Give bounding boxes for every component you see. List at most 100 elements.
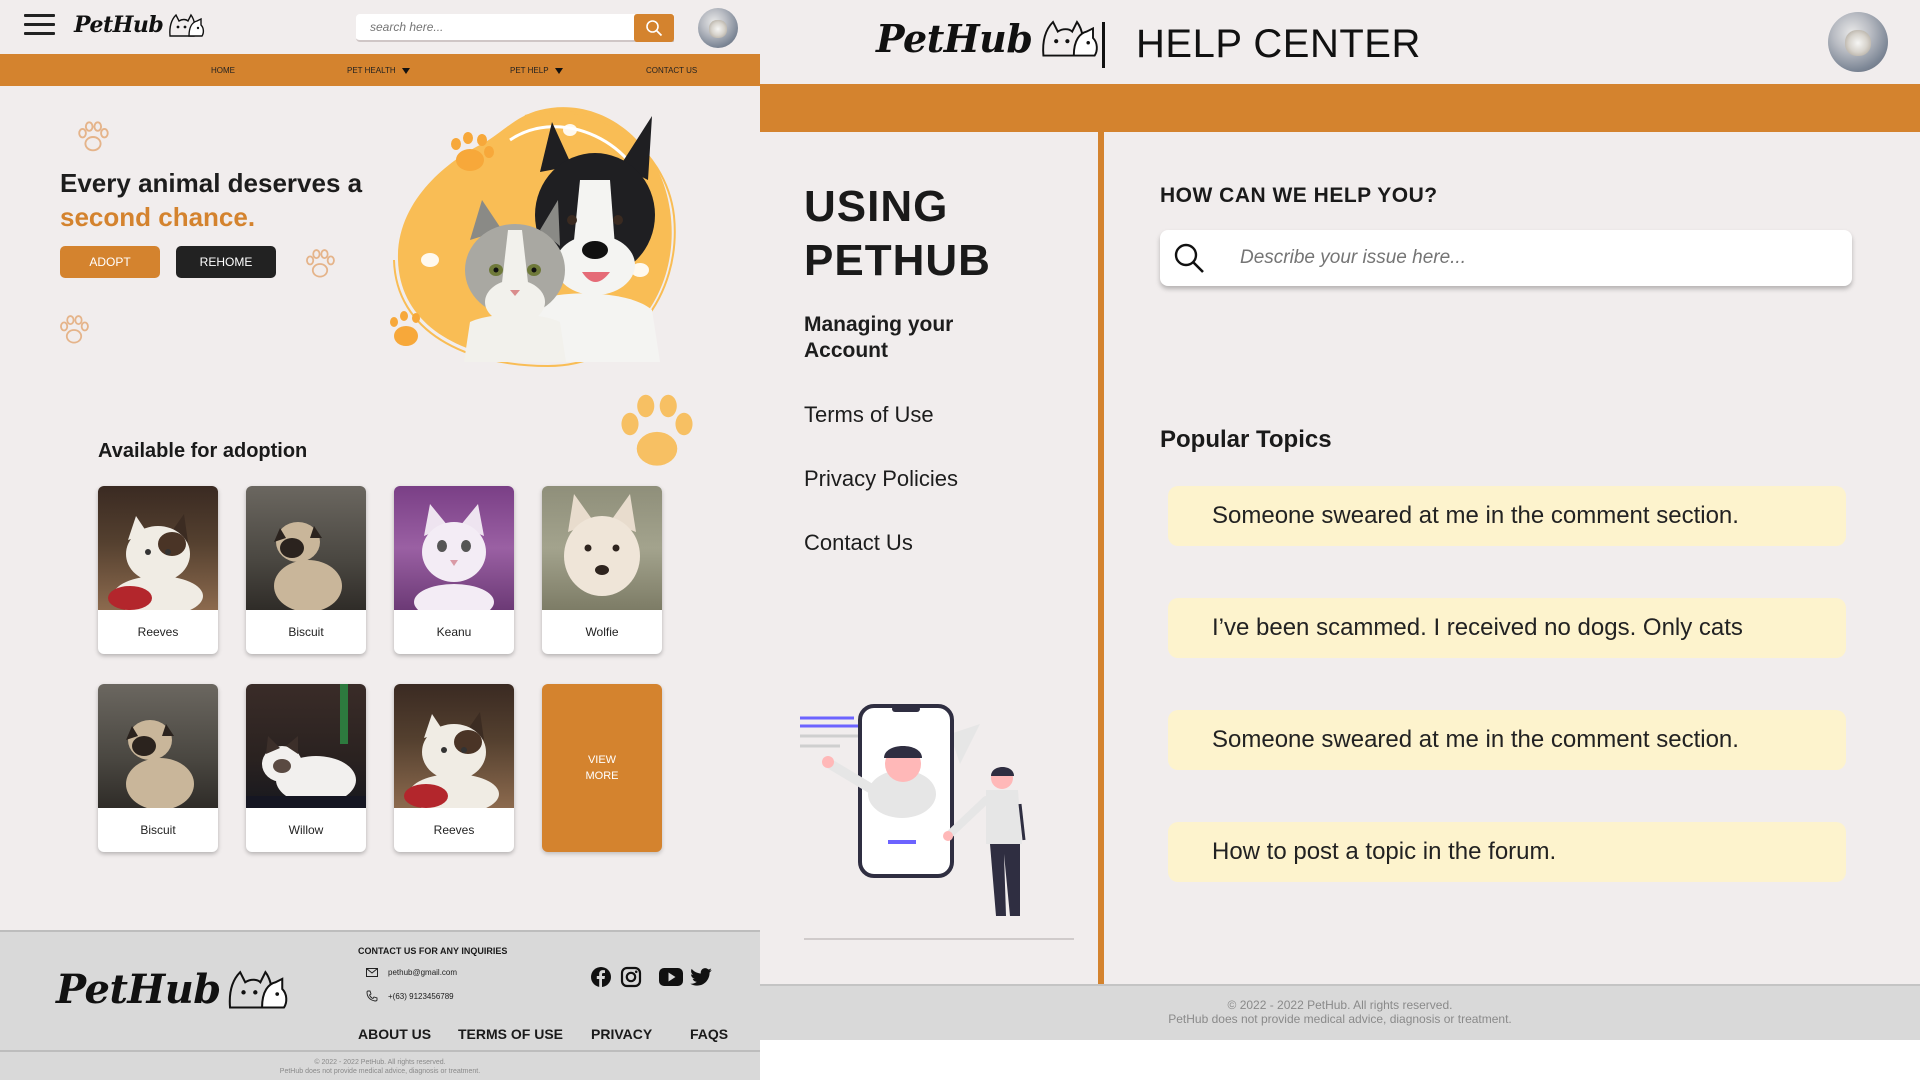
- popular-topic-item[interactable]: How to post a topic in the forum.: [1168, 822, 1846, 882]
- homepage-logo[interactable]: PetHub: [74, 10, 205, 40]
- rehome-button[interactable]: REHOME: [176, 246, 276, 278]
- footer-privacy-link[interactable]: PRIVACY: [591, 1026, 652, 1042]
- footer-about-link[interactable]: ABOUT US: [358, 1026, 431, 1042]
- youtube-icon[interactable]: [658, 966, 684, 988]
- nav-pet-help-label: PET HELP: [510, 66, 549, 75]
- adoption-section-title: Available for adoption: [98, 440, 308, 462]
- homepage-search: [356, 14, 674, 42]
- paw-icon: [60, 315, 89, 344]
- pet-card[interactable]: Keanu: [394, 486, 514, 654]
- nav-pet-health[interactable]: PET HEALTH: [347, 66, 410, 75]
- sidebar-heading-line: PETHUB: [804, 236, 991, 285]
- main-nav: HOME PET HEALTH PET HELP CONTACT US: [0, 54, 760, 86]
- popular-topic-item[interactable]: Someone sweared at me in the comment sec…: [1168, 486, 1846, 546]
- pet-name: Reeves: [137, 625, 179, 639]
- footer-email-row: pethub@gmail.com: [366, 968, 457, 977]
- pet-name: Willow: [288, 823, 324, 837]
- pet-photo: [98, 486, 218, 610]
- hero-pets-illustration: [390, 107, 676, 368]
- sidebar-item-managing-account[interactable]: Managing your Account: [804, 312, 953, 364]
- search-icon: [1174, 243, 1204, 273]
- help-question: HOW CAN WE HELP YOU?: [1160, 184, 1438, 207]
- pet-card[interactable]: Biscuit: [98, 684, 218, 852]
- footer-terms-link[interactable]: TERMS OF USE: [458, 1026, 563, 1042]
- dropdown-arrow-icon: [554, 68, 563, 74]
- support-illustration: [800, 704, 1026, 916]
- pet-photo: [542, 486, 662, 610]
- popular-topic-item[interactable]: Someone sweared at me in the comment sec…: [1168, 710, 1846, 770]
- pet-photo: [246, 684, 366, 808]
- pet-card[interactable]: Wolfie: [542, 486, 662, 654]
- help-center-header: PetHub HELP CENTER: [760, 0, 1920, 84]
- search-input[interactable]: [356, 14, 626, 40]
- sidebar-heading-line: USING: [804, 182, 949, 231]
- search-button[interactable]: [634, 14, 674, 42]
- help-center-footer: © 2022 - 2022 PetHub. All rights reserve…: [760, 984, 1920, 1040]
- twitter-icon[interactable]: [690, 966, 712, 988]
- sidebar-item-terms[interactable]: Terms of Use: [804, 402, 934, 428]
- pet-name: Biscuit: [288, 625, 324, 639]
- header-divider: [1102, 22, 1105, 68]
- paw-icon: [78, 121, 109, 152]
- pet-card[interactable]: Biscuit: [246, 486, 366, 654]
- hero-title-accent: second chance.: [60, 202, 256, 232]
- view-more-label: VIEW MORE: [586, 752, 619, 784]
- paw-icon: [621, 394, 693, 466]
- menu-icon[interactable]: [24, 14, 55, 38]
- user-avatar[interactable]: [1828, 12, 1888, 72]
- view-more-button[interactable]: VIEW MORE: [542, 684, 662, 852]
- nav-contact[interactable]: CONTACT US: [646, 66, 697, 75]
- popular-topic-item[interactable]: I’ve been scammed. I received no dogs. O…: [1168, 598, 1846, 658]
- facebook-icon[interactable]: [590, 966, 612, 988]
- homepage-header: PetHub: [0, 0, 760, 54]
- hero-title-line: Every animal deserves a: [60, 168, 363, 198]
- popular-topics-title: Popular Topics: [1160, 426, 1332, 453]
- view-more-line: MORE: [585, 770, 619, 782]
- sidebar-item-label: Account: [804, 339, 888, 362]
- paw-icon: [306, 249, 335, 278]
- nav-pet-help[interactable]: PET HELP: [510, 66, 563, 75]
- pet-photo: [98, 684, 218, 808]
- nav-home[interactable]: HOME: [211, 66, 235, 75]
- help-main: HOW CAN WE HELP YOU? Popular Topics Some…: [1104, 132, 1920, 984]
- sidebar-item-privacy[interactable]: Privacy Policies: [804, 466, 958, 492]
- sidebar-item-contact[interactable]: Contact Us: [804, 530, 913, 556]
- footer-faqs-link[interactable]: FAQS: [690, 1026, 728, 1042]
- pet-name: Biscuit: [140, 823, 176, 837]
- illustration-baseline: [804, 938, 1074, 940]
- pet-card[interactable]: Willow: [246, 684, 366, 852]
- pet-card[interactable]: Reeves: [394, 684, 514, 852]
- mobile-homepage-panel: PetHub HOME PET HEALTH PET HELP CONTACT …: [0, 0, 760, 1080]
- pet-photo: [246, 486, 366, 610]
- view-more-line: VIEW: [587, 754, 617, 766]
- dog-cat-logo-icon: [1042, 20, 1099, 57]
- phone-icon: [366, 990, 378, 1002]
- sidebar-item-label: Managing your: [804, 313, 954, 336]
- logo-text: PetHub: [56, 965, 221, 1013]
- pet-name: Keanu: [436, 625, 472, 639]
- homepage-copyright: © 2022 - 2022 PetHub. All rights reserve…: [0, 1050, 760, 1080]
- footer-email-link[interactable]: pethub@gmail.com: [388, 968, 457, 977]
- logo-text: PetHub: [876, 15, 1033, 61]
- copyright-line: © 2022 - 2022 PetHub. All rights reserve…: [314, 1059, 446, 1066]
- sidebar-heading: USING PETHUB: [804, 180, 991, 288]
- footer-copyright-line: © 2022 - 2022 PetHub. All rights reserve…: [1227, 998, 1453, 1012]
- user-avatar[interactable]: [698, 8, 738, 48]
- pet-name: Wolfie: [585, 625, 619, 639]
- help-sidebar: USING PETHUB Managing your Account Terms…: [760, 132, 1098, 984]
- help-center-logo[interactable]: PetHub: [876, 14, 1100, 62]
- homepage-footer: PetHub CONTACT US FOR ANY INQUIRIES peth…: [0, 930, 760, 1050]
- footer-phone-row: +(63) 9123456789: [366, 990, 454, 1002]
- instagram-icon[interactable]: [620, 966, 642, 988]
- dog-cat-logo-icon: [169, 13, 205, 37]
- pet-card[interactable]: Reeves: [98, 486, 218, 654]
- logo-text: PetHub: [74, 12, 164, 38]
- adopt-button[interactable]: ADOPT: [60, 246, 160, 278]
- footer-logo[interactable]: PetHub: [56, 960, 289, 1018]
- mail-icon: [366, 968, 378, 977]
- page-title: HELP CENTER: [1136, 22, 1421, 66]
- help-search-input[interactable]: [1240, 238, 1840, 278]
- footer-disclaimer-line: PetHub does not provide medical advice, …: [1168, 1012, 1512, 1026]
- hero-title: Every animal deserves a second chance.: [60, 166, 362, 234]
- help-search-box: [1160, 230, 1852, 286]
